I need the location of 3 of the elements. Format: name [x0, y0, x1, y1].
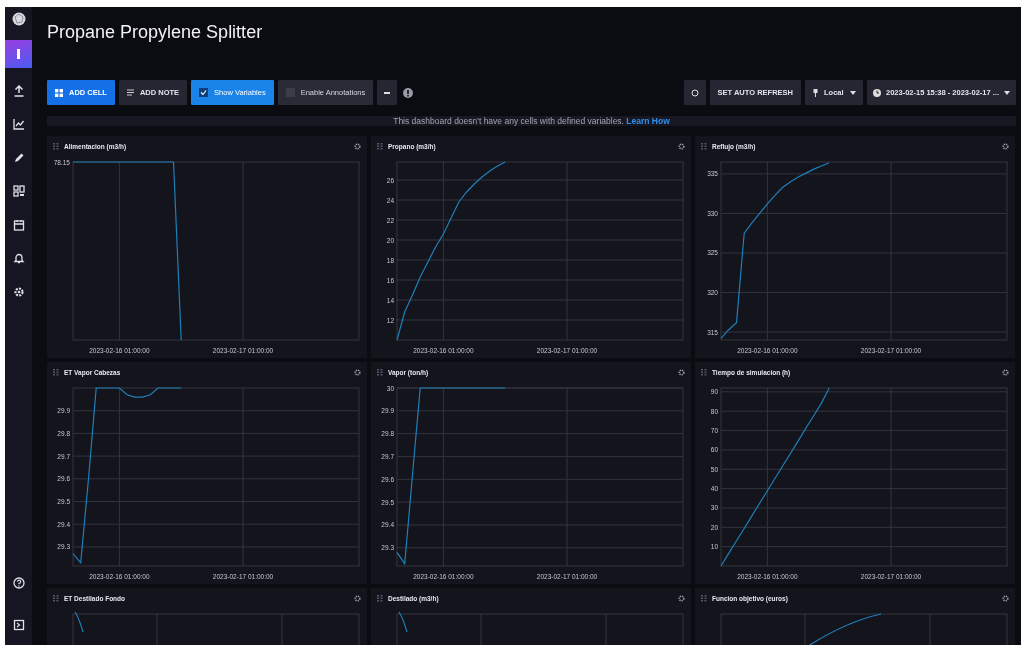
learn-how-link[interactable]: Learn How	[626, 116, 670, 126]
dashboard-title: Propane Propylene Splitter	[47, 21, 264, 43]
notice-text: This dashboard doesn't have any cells with defined variables. Learn How	[393, 116, 670, 126]
